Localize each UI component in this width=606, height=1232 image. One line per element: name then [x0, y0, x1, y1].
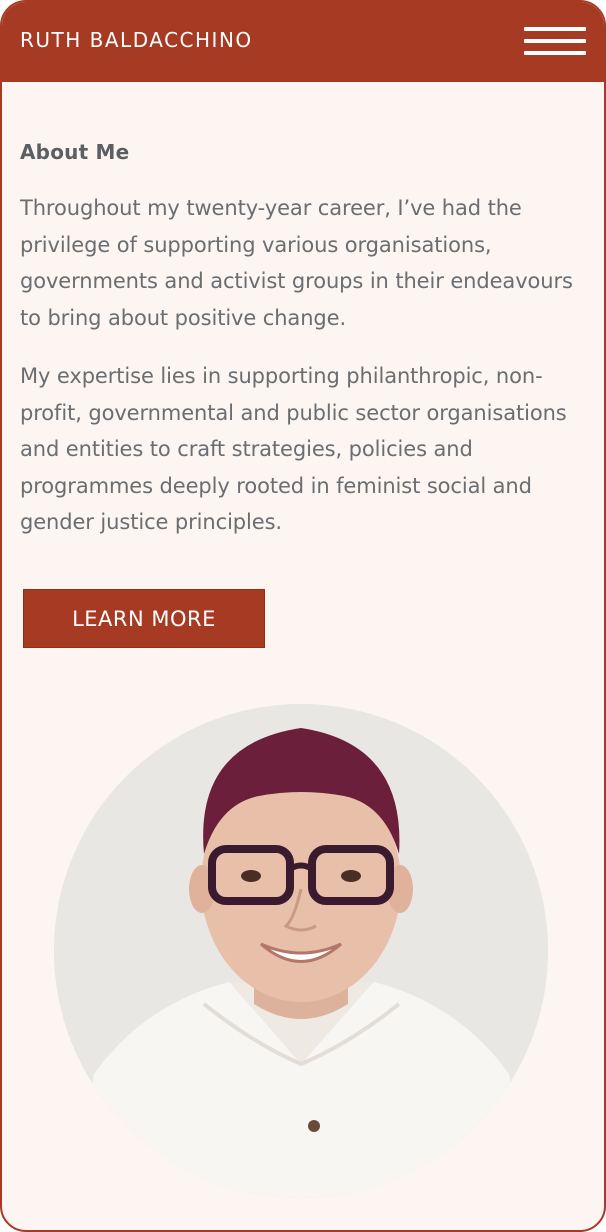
learn-more-button[interactable]: LEARN MORE: [23, 589, 265, 648]
about-heading: About Me: [20, 140, 130, 164]
profile-photo: [54, 704, 548, 1198]
about-section: About Me Throughout my twenty-year caree…: [20, 140, 592, 563]
menu-line: [524, 39, 586, 43]
hamburger-menu-icon[interactable]: [524, 25, 586, 57]
menu-line: [524, 27, 586, 31]
site-header: RUTH BALDACCHINO: [2, 2, 604, 82]
about-paragraph-1: Throughout my twenty-year career, I’ve h…: [20, 196, 573, 330]
about-paragraph-2: My expertise lies in supporting philanth…: [20, 364, 567, 534]
phone-frame: RUTH BALDACCHINO About Me Throughout my …: [0, 0, 606, 1232]
site-title[interactable]: RUTH BALDACCHINO: [20, 28, 253, 52]
menu-line: [524, 51, 586, 55]
